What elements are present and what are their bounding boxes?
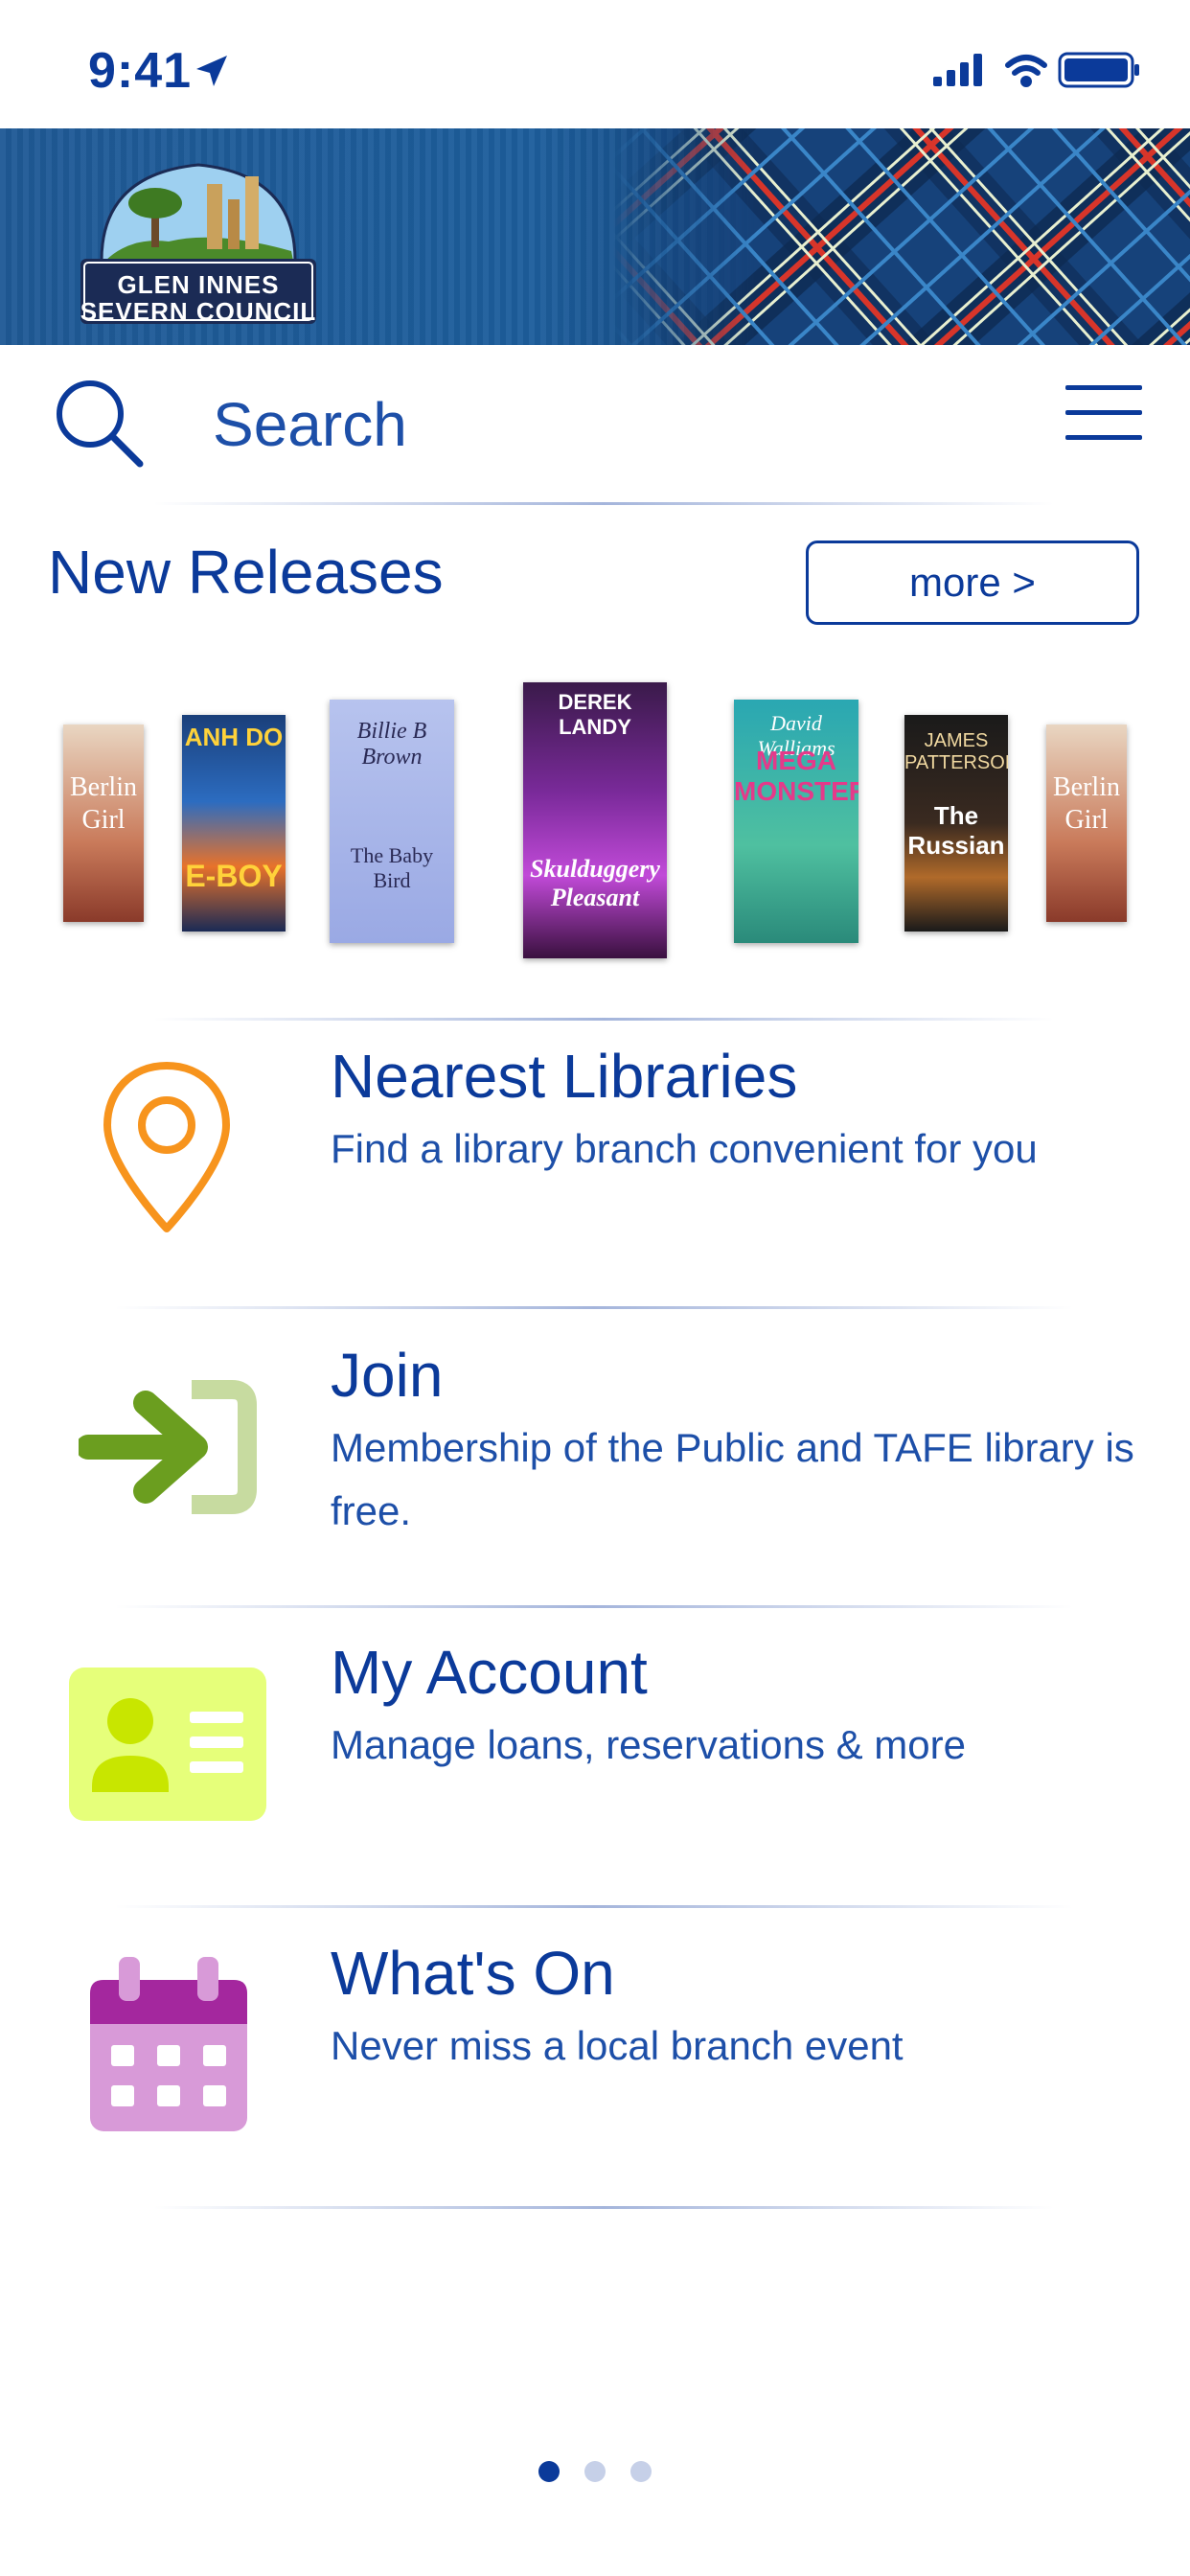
book-cover[interactable]: DEREK LANDY Skulduggery Pleasant	[523, 682, 667, 958]
header-banner: GLEN INNES SEVERN COUNCIL	[0, 128, 1190, 345]
book-cover[interactable]: JAMES PATTERSON The Russian	[904, 715, 1008, 932]
more-button[interactable]: more >	[806, 540, 1139, 625]
battery-icon	[1058, 52, 1139, 88]
id-card-icon	[69, 1668, 266, 1821]
nearest-libraries-title: Nearest Libraries	[331, 1042, 798, 1111]
my-account-item[interactable]: My Account Manage loans, reservations & …	[0, 1612, 1190, 1899]
join-title: Join	[331, 1341, 444, 1410]
council-logo: GLEN INNES SEVERN COUNCIL	[63, 146, 333, 330]
logo-line-1: GLEN INNES	[117, 270, 280, 299]
page-indicator	[0, 2461, 1190, 2484]
new-releases-title: New Releases	[48, 538, 444, 607]
book-cover[interactable]: Berlin Girl	[1046, 724, 1127, 922]
search-bar	[0, 347, 1190, 504]
divider	[153, 1018, 1054, 1021]
signal-icon	[933, 54, 982, 86]
search-icon[interactable]	[52, 376, 148, 472]
status-indicators	[933, 52, 1139, 88]
divider	[115, 1905, 1073, 1908]
whats-on-subtitle: Never miss a local branch event	[331, 2023, 904, 2068]
sign-in-icon	[79, 1380, 257, 1514]
book-cover[interactable]: Berlin Girl	[63, 724, 144, 922]
my-account-title: My Account	[331, 1638, 648, 1707]
location-pin-icon	[103, 1062, 230, 1232]
my-account-subtitle: Manage loans, reservations & more	[331, 1722, 966, 1767]
tartan-pattern	[613, 128, 1190, 345]
hamburger-menu-icon[interactable]	[1065, 380, 1142, 447]
status-time: 9:41	[88, 43, 193, 99]
book-cover[interactable]: David Walliams MEGA MONSTER	[734, 700, 858, 943]
book-cover[interactable]: Billie B Brown The Baby Bird	[330, 700, 454, 943]
divider	[153, 2206, 1054, 2209]
page-dot[interactable]	[630, 2461, 652, 2482]
page-dot[interactable]	[584, 2461, 606, 2482]
search-input[interactable]	[211, 385, 885, 464]
book-cover[interactable]: ANH DO E-BOY	[182, 715, 286, 932]
calendar-icon	[90, 1957, 247, 2131]
status-bar: 9:41	[0, 0, 1190, 128]
wifi-icon	[1005, 55, 1047, 87]
nearest-libraries-item[interactable]: Nearest Libraries Find a library branch …	[0, 1025, 1190, 1303]
divider	[115, 1605, 1073, 1608]
location-arrow-icon	[196, 56, 227, 86]
join-subtitle: Membership of the Public and TAFE librar…	[331, 1425, 1134, 1533]
nearest-libraries-subtitle: Find a library branch convenient for you	[331, 1126, 1038, 1171]
logo-line-2: SEVERN COUNCIL	[80, 297, 317, 326]
whats-on-title: What's On	[331, 1939, 615, 2008]
page-dot-active[interactable]	[538, 2461, 560, 2482]
join-item[interactable]: Join Membership of the Public and TAFE l…	[0, 1313, 1190, 1600]
divider	[115, 1306, 1073, 1309]
whats-on-item[interactable]: What's On Never miss a local branch even…	[0, 1913, 1190, 2200]
divider	[153, 502, 1054, 505]
